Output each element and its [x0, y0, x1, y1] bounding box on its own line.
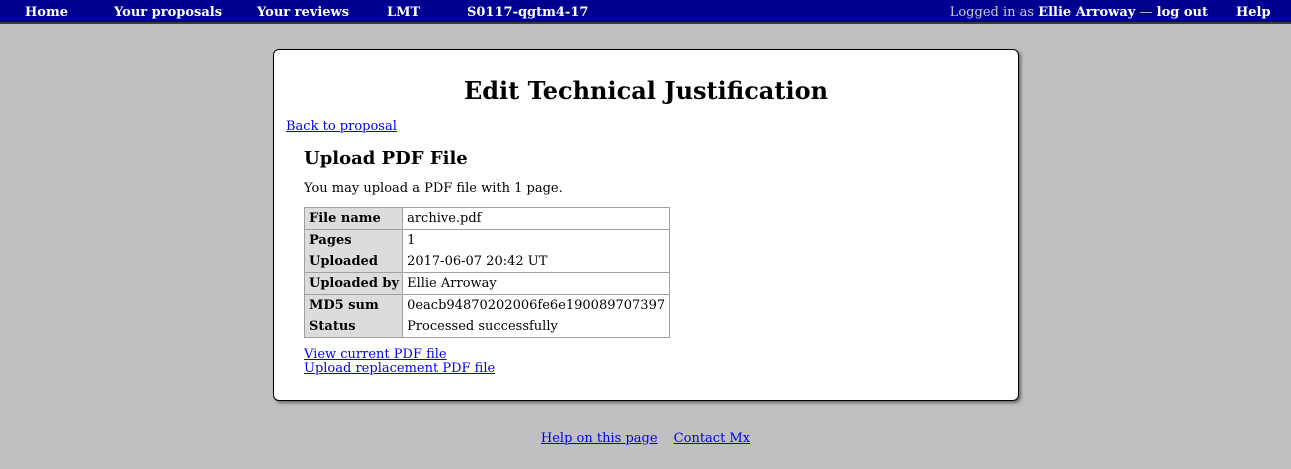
nav-your-reviews-link[interactable]: Your reviews: [257, 5, 349, 20]
status-label: Status: [304, 315, 404, 338]
help-on-this-page-link[interactable]: Help on this page: [541, 431, 658, 446]
main-content-panel: Edit Technical Justification Back to pro…: [273, 49, 1019, 401]
table-row: File name archive.pdf: [304, 207, 670, 230]
top-navigation-bar: Home Your proposals Your reviews LMT S01…: [0, 0, 1291, 24]
file-name-label: File name: [304, 207, 404, 230]
file-info-table: File name archive.pdf Pages 1 Uploaded 2…: [304, 207, 671, 339]
uploaded-by-label: Uploaded by: [304, 272, 404, 295]
nav-facility-link[interactable]: LMT: [387, 5, 420, 20]
login-separator: —: [1139, 5, 1153, 20]
md5-sum-label: MD5 sum: [304, 293, 404, 316]
nav-proposal-code-link[interactable]: S0117-qgtm4-17: [467, 5, 588, 20]
view-current-pdf-link[interactable]: View current PDF file: [304, 347, 447, 362]
upload-instructions: You may upload a PDF file with 1 page.: [304, 181, 563, 196]
back-to-proposal-link[interactable]: Back to proposal: [286, 119, 397, 134]
md5-sum-value: 0eacb94870202006fe6e190089707397: [402, 293, 670, 316]
logged-in-prefix: Logged in as: [949, 5, 1035, 20]
page-title: Edit Technical Justification: [463, 76, 829, 105]
table-row: Uploaded 2017-06-07 20:42 UT: [304, 250, 670, 273]
file-actions: View current PDF file Upload replacement…: [304, 348, 495, 376]
logged-in-user-name[interactable]: Ellie Arroway: [1038, 5, 1135, 20]
section-title: Upload PDF File: [304, 148, 468, 169]
table-row: Status Processed successfully: [304, 315, 670, 338]
status-value: Processed successfully: [407, 319, 558, 335]
uploaded-label: Uploaded: [304, 250, 404, 273]
nav-home-link[interactable]: Home: [25, 5, 68, 20]
footer: Help on this page Contact Mx: [0, 431, 1291, 446]
uploaded-by-value: Ellie Arroway: [402, 272, 670, 295]
nav-help-link[interactable]: Help: [1236, 5, 1271, 20]
table-row: Pages 1: [304, 228, 670, 251]
login-status: Logged in as Ellie Arroway — log out: [950, 5, 1208, 20]
pages-value: 1: [402, 228, 670, 251]
table-row: MD5 sum 0eacb94870202006fe6e190089707397: [304, 293, 670, 316]
upload-replacement-pdf-link[interactable]: Upload replacement PDF file: [304, 361, 495, 376]
table-row: Uploaded by Ellie Arroway: [304, 272, 670, 295]
pages-label: Pages: [304, 228, 404, 251]
logout-link[interactable]: log out: [1157, 5, 1208, 20]
nav-your-proposals-link[interactable]: Your proposals: [114, 5, 222, 20]
contact-link[interactable]: Contact Mx: [674, 431, 750, 446]
uploaded-value: 2017-06-07 20:42 UT: [407, 253, 548, 269]
file-name-value: archive.pdf: [407, 210, 482, 226]
